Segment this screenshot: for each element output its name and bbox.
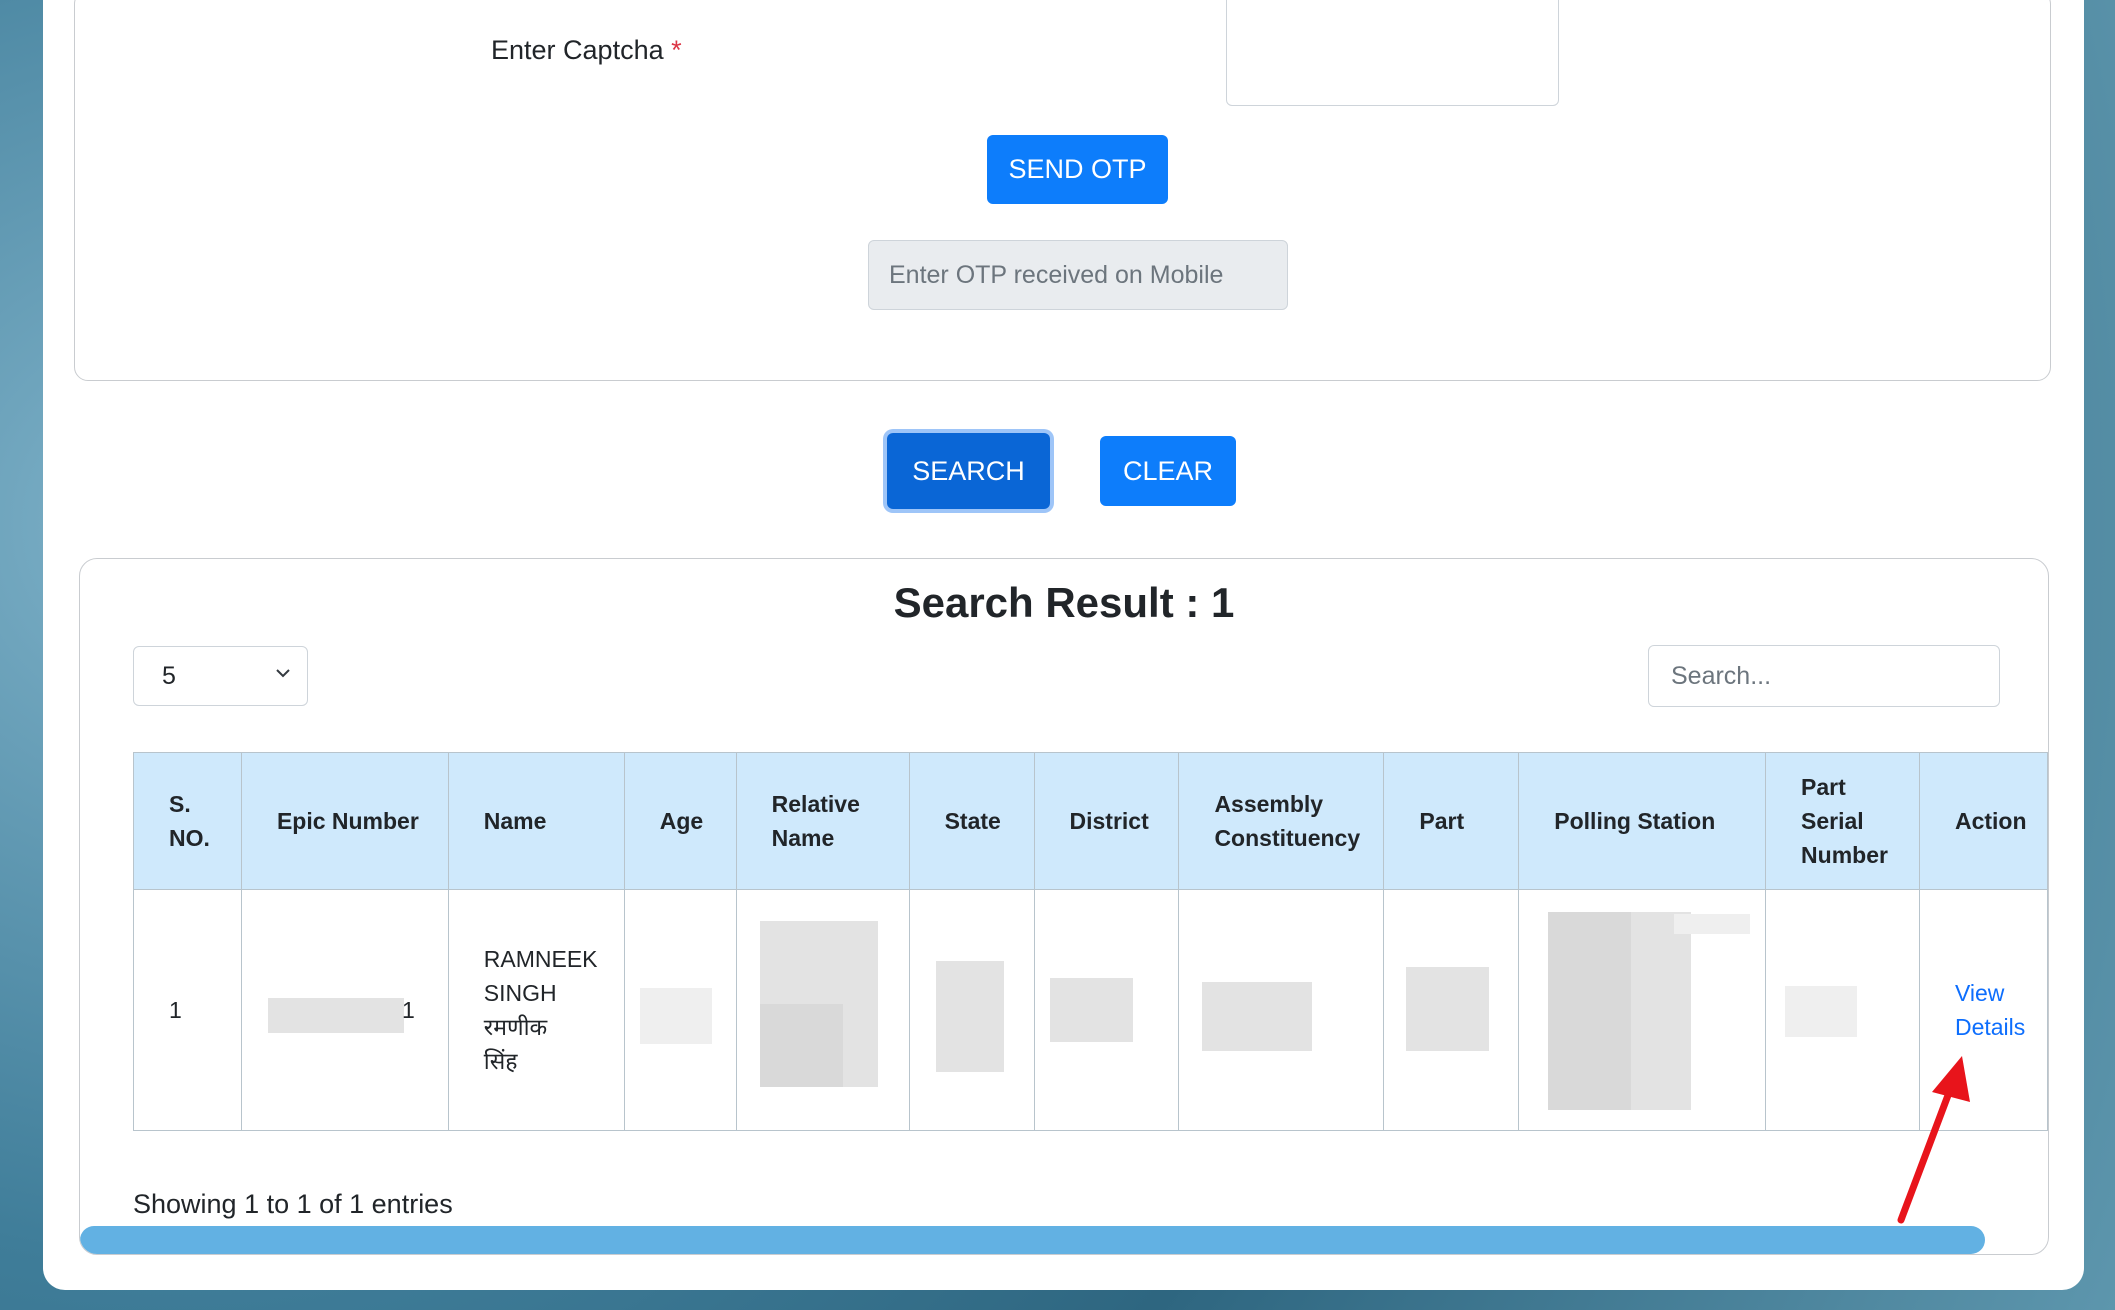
cell-polling-station <box>1518 889 1767 1131</box>
chevron-down-icon <box>276 669 290 678</box>
epic-visible-digit: 1 <box>401 997 415 1023</box>
redacted-block <box>267 998 404 1033</box>
cell-state <box>908 889 1035 1131</box>
redacted-block <box>759 1004 843 1087</box>
col-district[interactable]: District <box>1033 752 1180 890</box>
redacted-block <box>1785 986 1858 1037</box>
captcha-label: Enter Captcha * <box>491 35 682 66</box>
otp-form-section: Enter Captcha * SEND OTP Enter OTP recei… <box>74 0 2051 381</box>
page-size-select[interactable]: 5 <box>133 646 308 706</box>
col-state[interactable]: State <box>908 752 1035 890</box>
main-card: Enter Captcha * SEND OTP Enter OTP recei… <box>43 0 2084 1290</box>
cell-part <box>1383 889 1520 1131</box>
redacted-block <box>1202 982 1313 1051</box>
col-polling-station[interactable]: Polling Station <box>1518 752 1767 890</box>
redacted-block <box>1406 967 1490 1051</box>
results-title: Search Result : 1 <box>893 579 1235 626</box>
page-size-value: 5 <box>162 661 176 690</box>
col-age[interactable]: Age <box>623 752 737 890</box>
annotation-arrow-icon <box>1897 1056 1970 1224</box>
cell-age <box>623 889 737 1131</box>
col-sno[interactable]: S. NO. <box>133 752 242 890</box>
table-header-row: S. NO. Epic Number Name Age Relative Name … <box>133 752 2048 890</box>
redacted-block <box>1548 912 1632 1110</box>
search-button[interactable]: SEARCH <box>887 433 1050 509</box>
col-action[interactable]: Action <box>1918 752 2048 890</box>
col-assembly-constituency[interactable]: Assembly Constituency <box>1178 752 1385 890</box>
cell-epic-number: 1 <box>240 889 449 1131</box>
cell-sno: 1 <box>133 889 242 1131</box>
otp-input[interactable]: Enter OTP received on Mobile <box>868 240 1288 310</box>
search-results-panel: Search Result : 1 5 Search... S. NO. Epic… <box>79 558 2049 1255</box>
col-part-serial-number[interactable]: Part Serial Number <box>1765 752 1920 890</box>
required-marker: * <box>671 35 682 65</box>
cell-assembly-constituency <box>1178 889 1385 1131</box>
view-details-link[interactable]: View Details <box>1955 980 2025 1040</box>
col-name[interactable]: Name <box>447 752 625 890</box>
redacted-block <box>1674 914 1751 934</box>
clear-button[interactable]: CLEAR <box>1100 436 1236 506</box>
captcha-label-text: Enter Captcha <box>491 35 664 65</box>
table-search-input[interactable]: Search... <box>1648 645 2000 707</box>
table-row: 1 1 RAMNEEK SINGH रमणीक सिंह View Detail… <box>133 889 2048 1131</box>
entries-info: Showing 1 to 1 of 1 entries <box>133 1189 453 1219</box>
captcha-input[interactable] <box>1226 0 1559 106</box>
redacted-block <box>639 988 712 1044</box>
cell-district <box>1033 889 1180 1131</box>
col-relative-name[interactable]: Relative Name <box>735 752 910 890</box>
redacted-block <box>1049 978 1133 1042</box>
horizontal-scrollbar[interactable] <box>80 1226 1985 1254</box>
col-part[interactable]: Part <box>1383 752 1520 890</box>
col-epic-number[interactable]: Epic Number <box>240 752 449 890</box>
redacted-block <box>935 961 1004 1072</box>
results-table: S. NO. Epic Number Name Age Relative Name … <box>133 752 2048 1131</box>
cell-relative-name <box>735 889 910 1131</box>
cell-name: RAMNEEK SINGH रमणीक सिंह <box>447 889 625 1131</box>
send-otp-button[interactable]: SEND OTP <box>987 135 1168 204</box>
